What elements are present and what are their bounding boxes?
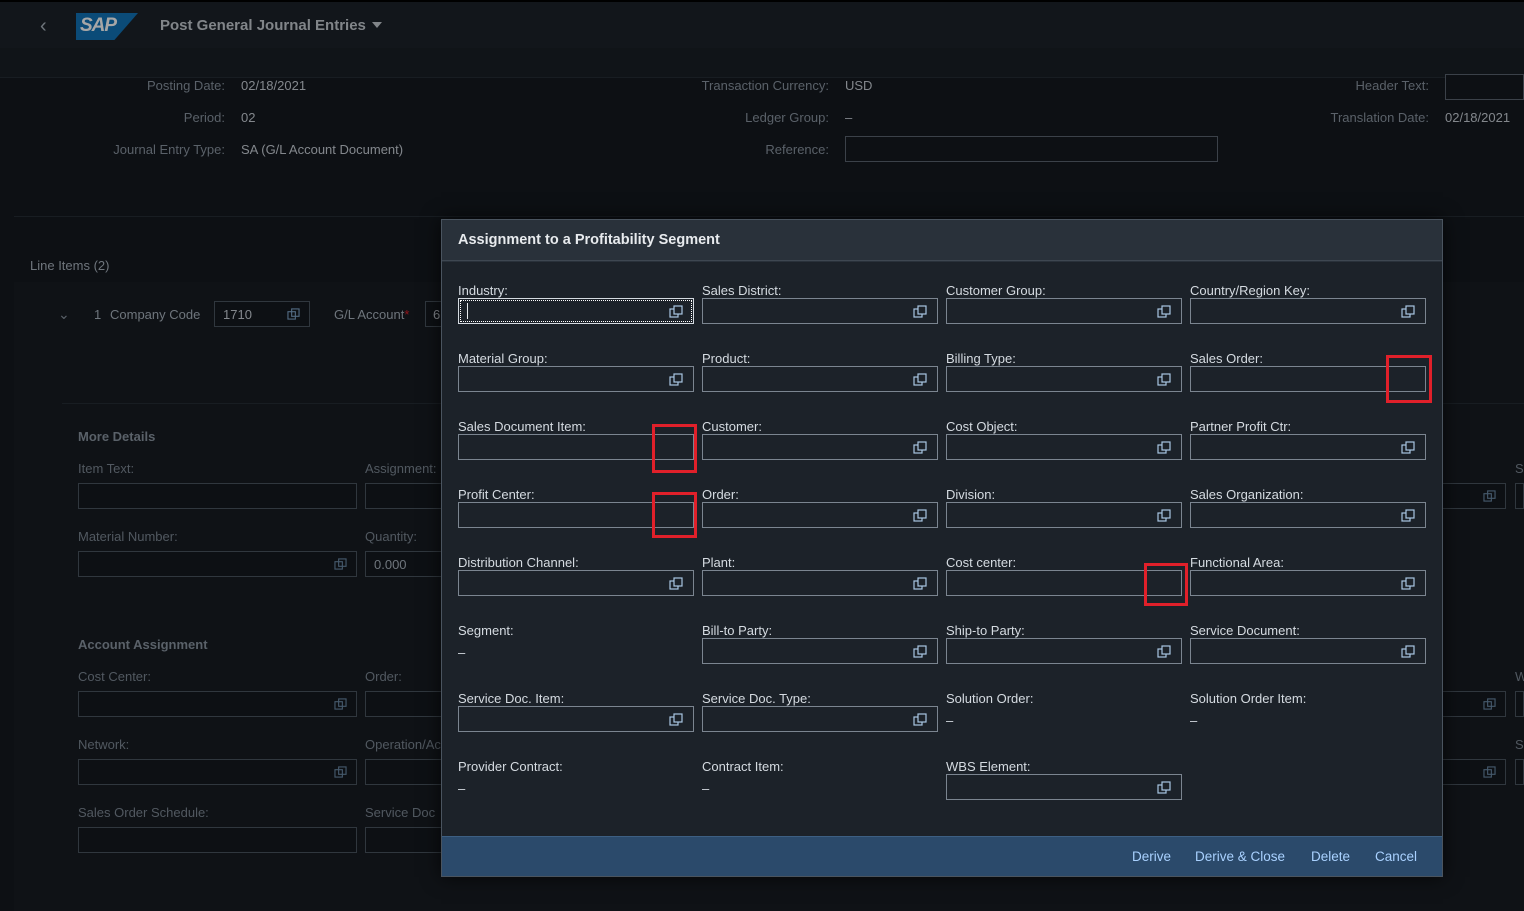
solution-order-label: Solution Order: xyxy=(946,691,1034,706)
value-help-icon[interactable] xyxy=(913,577,927,590)
cancel-button[interactable]: Cancel xyxy=(1375,849,1417,864)
service-doc-type-label: Service Doc. Type: xyxy=(702,691,811,706)
distribution-channel-label: Distribution Channel: xyxy=(458,555,579,570)
provider-contract-label: Provider Contract: xyxy=(458,759,563,774)
highlight-box xyxy=(652,424,697,473)
distribution-channel-input[interactable] xyxy=(458,570,694,596)
value-help-icon[interactable] xyxy=(1401,305,1415,318)
solution-order-item-value: – xyxy=(1190,713,1198,728)
bill-to-party-input[interactable] xyxy=(702,638,938,664)
material-group-label: Material Group: xyxy=(458,351,548,366)
solution-order-value: – xyxy=(946,713,954,728)
provider-contract-value: – xyxy=(458,781,466,796)
cost-center-label: Cost center: xyxy=(946,555,1017,570)
material-group-input[interactable] xyxy=(458,366,694,392)
billing-type-label: Billing Type: xyxy=(946,351,1016,366)
wbs-element-input[interactable] xyxy=(946,774,1182,800)
value-help-icon[interactable] xyxy=(669,305,683,318)
value-help-icon[interactable] xyxy=(1401,509,1415,522)
sales-district-input[interactable] xyxy=(702,298,938,324)
order-input[interactable] xyxy=(702,502,938,528)
service-doc-item-input[interactable] xyxy=(458,706,694,732)
division-input[interactable] xyxy=(946,502,1182,528)
dialog-body: Industry: Sales District: Customer Group: C… xyxy=(442,262,1442,836)
service-doc-type-input[interactable] xyxy=(702,706,938,732)
value-help-icon[interactable] xyxy=(1157,441,1171,454)
cost-object-input[interactable] xyxy=(946,434,1182,460)
delete-button[interactable]: Delete xyxy=(1311,849,1350,864)
service-document-input[interactable] xyxy=(1190,638,1426,664)
contract-item-value: – xyxy=(702,781,710,796)
partner-profit-ctr-label: Partner Profit Ctr: xyxy=(1190,419,1292,434)
division-label: Division: xyxy=(946,487,996,502)
functional-area-label: Functional Area: xyxy=(1190,555,1284,570)
value-help-icon[interactable] xyxy=(1401,441,1415,454)
solution-order-item-label: Solution Order Item: xyxy=(1190,691,1307,706)
country-region-key-input[interactable] xyxy=(1190,298,1426,324)
customer-label: Customer: xyxy=(702,419,762,434)
segment-label: Segment: xyxy=(458,623,514,638)
customer-input[interactable] xyxy=(702,434,938,460)
sales-order-label: Sales Order: xyxy=(1190,351,1263,366)
highlight-box xyxy=(1144,563,1188,606)
country-region-key-label: Country/Region Key: xyxy=(1190,283,1310,298)
sales-organization-label: Sales Organization: xyxy=(1190,487,1304,502)
order-label: Order: xyxy=(702,487,739,502)
cost-object-label: Cost Object: xyxy=(946,419,1018,434)
value-help-icon[interactable] xyxy=(913,441,927,454)
value-help-icon[interactable] xyxy=(1401,645,1415,658)
value-help-icon[interactable] xyxy=(669,373,683,386)
value-help-icon[interactable] xyxy=(913,373,927,386)
wbs-element-label: WBS Element: xyxy=(946,759,1031,774)
value-help-icon[interactable] xyxy=(913,509,927,522)
dialog-header: Assignment to a Profitability Segment xyxy=(442,220,1442,261)
derive-button[interactable]: Derive xyxy=(1132,849,1171,864)
value-help-icon[interactable] xyxy=(1157,781,1171,794)
industry-input[interactable] xyxy=(458,298,694,324)
value-help-icon[interactable] xyxy=(1157,645,1171,658)
billing-type-input[interactable] xyxy=(946,366,1182,392)
service-doc-item-label: Service Doc. Item: xyxy=(458,691,565,706)
plant-input[interactable] xyxy=(702,570,938,596)
profit-center-label: Profit Center: xyxy=(458,487,535,502)
sales-district-label: Sales District: xyxy=(702,283,782,298)
product-input[interactable] xyxy=(702,366,938,392)
value-help-icon[interactable] xyxy=(669,713,683,726)
functional-area-input[interactable] xyxy=(1190,570,1426,596)
value-help-icon[interactable] xyxy=(913,645,927,658)
value-help-icon[interactable] xyxy=(913,713,927,726)
plant-label: Plant: xyxy=(702,555,736,570)
ship-to-party-input[interactable] xyxy=(946,638,1182,664)
value-help-icon[interactable] xyxy=(669,577,683,590)
highlight-box xyxy=(652,492,697,538)
ship-to-party-label: Ship-to Party: xyxy=(946,623,1025,638)
dialog-title: Assignment to a Profitability Segment xyxy=(458,232,720,248)
service-document-label: Service Document: xyxy=(1190,623,1300,638)
profitability-segment-dialog: Assignment to a Profitability Segment In… xyxy=(441,219,1443,877)
value-help-icon[interactable] xyxy=(1157,509,1171,522)
text-cursor xyxy=(467,303,468,319)
value-help-icon[interactable] xyxy=(1157,305,1171,318)
sales-document-item-label: Sales Document Item: xyxy=(458,419,586,434)
contract-item-label: Contract Item: xyxy=(702,759,784,774)
customer-group-label: Customer Group: xyxy=(946,283,1046,298)
derive-close-button[interactable]: Derive & Close xyxy=(1195,849,1285,864)
industry-label: Industry: xyxy=(458,283,508,298)
dialog-footer: Derive Derive & Close Delete Cancel xyxy=(442,836,1442,876)
segment-value: – xyxy=(458,645,466,660)
customer-group-input[interactable] xyxy=(946,298,1182,324)
highlight-box xyxy=(1386,355,1432,403)
value-help-icon[interactable] xyxy=(1157,373,1171,386)
sales-organization-input[interactable] xyxy=(1190,502,1426,528)
partner-profit-ctr-input[interactable] xyxy=(1190,434,1426,460)
value-help-icon[interactable] xyxy=(1401,577,1415,590)
bill-to-party-label: Bill-to Party: xyxy=(702,623,773,638)
value-help-icon[interactable] xyxy=(913,305,927,318)
product-label: Product: xyxy=(702,351,751,366)
